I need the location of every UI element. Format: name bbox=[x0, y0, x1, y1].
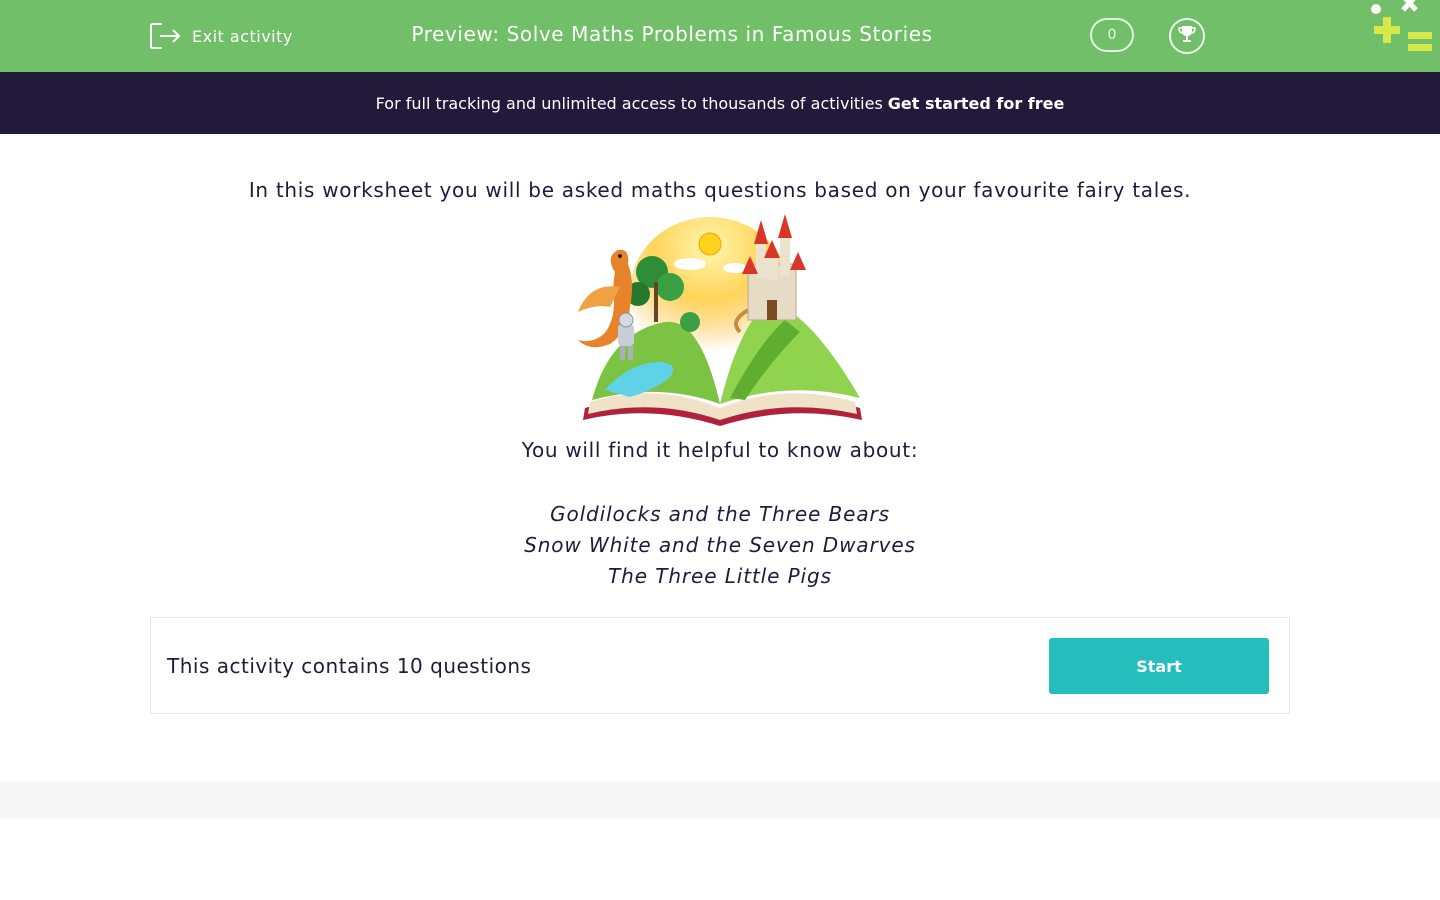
intro-text: In this worksheet you will be asked math… bbox=[248, 178, 1192, 202]
signup-banner: For full tracking and unlimited access t… bbox=[0, 72, 1440, 134]
helpful-heading: You will find it helpful to know about: bbox=[521, 438, 919, 462]
maths-symbols-logo bbox=[1366, 0, 1440, 60]
footer-strip bbox=[0, 781, 1440, 819]
story-item: The Three Little Pigs bbox=[608, 564, 832, 588]
story-item: Snow White and the Seven Dwarves bbox=[524, 533, 916, 557]
score-counter: 0 bbox=[1090, 18, 1134, 52]
trophy-icon bbox=[1176, 23, 1198, 49]
banner-text: For full tracking and unlimited access t… bbox=[375, 93, 883, 113]
top-bar: Exit activity Preview: Solve Maths Probl… bbox=[0, 0, 1440, 72]
exit-activity-button[interactable]: Exit activity bbox=[148, 20, 293, 52]
exit-icon bbox=[148, 21, 182, 51]
fairy-tale-book-illustration bbox=[570, 212, 870, 432]
question-count: This activity contains 10 questions bbox=[167, 654, 532, 678]
start-button[interactable]: Start bbox=[1049, 638, 1269, 694]
trophy-button[interactable] bbox=[1169, 18, 1205, 54]
activity-card: This activity contains 10 questions Star… bbox=[150, 617, 1290, 714]
story-item: Goldilocks and the Three Bears bbox=[550, 502, 890, 526]
exit-activity-label: Exit activity bbox=[192, 26, 293, 46]
get-started-link[interactable]: Get started for free bbox=[888, 94, 1065, 113]
story-list: Goldilocks and the Three Bears Snow Whit… bbox=[150, 499, 1290, 592]
activity-title: Preview: Solve Maths Problems in Famous … bbox=[411, 22, 933, 46]
